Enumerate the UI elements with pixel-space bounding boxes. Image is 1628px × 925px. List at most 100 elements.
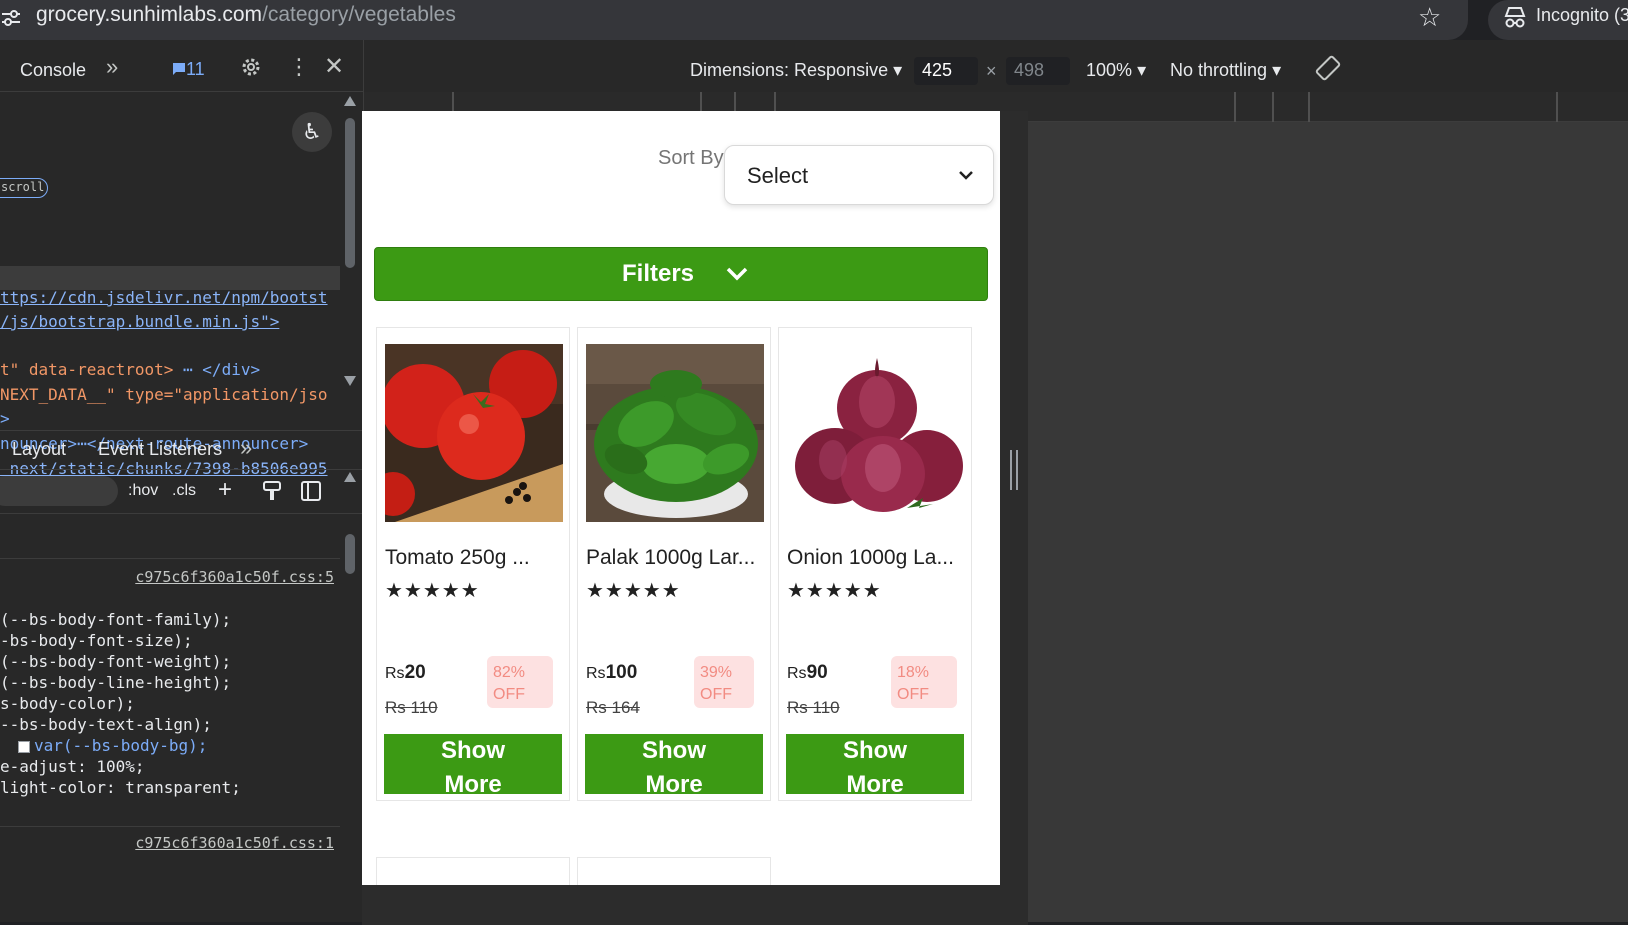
rotate-icon[interactable] [1314,54,1342,82]
dimensions-dropdown[interactable]: Dimensions: Responsive ▾ [690,60,902,81]
css-source-link[interactable]: c975c6f360a1c50f.css:1 [135,834,334,852]
css-declaration[interactable]: s-body-color); [0,694,135,713]
zoom-label: 100% [1086,60,1133,80]
tab-layout[interactable]: Layout [12,439,66,460]
tab-console[interactable]: Console [20,60,86,81]
styles-filter-input[interactable] [0,476,118,506]
discount-off: OFF [897,686,929,703]
styles-tabbar: Layout Event Listeners » [0,430,364,470]
elements-line[interactable]: > [0,409,10,428]
currency: Rs [586,665,606,682]
show-more-button[interactable]: Show More [585,734,763,798]
zoom-dropdown[interactable]: 100% ▾ [1086,60,1146,81]
script-src-link[interactable]: ttps://cdn.jsdelivr.net/npm/bootst [0,288,328,307]
css-source-link[interactable]: c975c6f360a1c50f.css:5 [135,568,334,586]
rating-stars-icon: ★★★★★ [586,580,681,602]
show-more-line2: More [444,771,502,798]
css-declaration[interactable]: light-color: transparent; [0,778,241,797]
product-price: Rs20 [385,662,426,684]
onion-image[interactable] [787,344,965,522]
price-value: 100 [605,662,638,683]
new-rule-icon[interactable]: + [218,476,232,504]
styles-scrollbar[interactable] [344,468,356,922]
address-bar[interactable]: grocery.sunhimlabs.com/category/vegetabl… [0,0,1468,40]
elements-line[interactable]: ttps://cdn.jsdelivr.net/npm/bootst [0,288,328,307]
message-count: 11 [186,59,205,79]
css-declaration-overridden[interactable]: --bs-body-text-align); [0,715,212,734]
filters-button[interactable]: Filters [374,247,988,301]
css-declaration[interactable]: (--bs-body-font-weight); [0,652,231,671]
show-more-line2: More [645,771,703,798]
device-resize-gutter [1000,111,1028,885]
url-host: grocery.sunhimlabs.com [36,3,263,26]
sort-select[interactable]: Select [724,145,994,205]
show-more-line2: More [846,771,904,798]
script-src-link[interactable]: /js/bootstrap.bundle.min.js"> [0,312,279,331]
collapsed-ellipsis-icon[interactable]: ⋯ [173,360,202,379]
url-text[interactable]: grocery.sunhimlabs.com/category/vegetabl… [36,3,456,27]
accessibility-icon[interactable]: ♿ [292,112,332,152]
css-declaration[interactable]: (--bs-body-line-height); [0,673,231,692]
selected-node-row [0,266,340,290]
show-more-button[interactable]: Show More [384,734,562,798]
product-card[interactable]: Onion 1000g La... ★★★★★ Rs90 Rs 110 18% O… [778,327,972,801]
paint-brush-icon[interactable] [262,480,282,502]
product-mrp: Rs 110 [787,698,840,717]
scrollbar-thumb[interactable] [345,118,355,268]
scroll-badge[interactable]: scroll [0,178,48,198]
product-card-partial[interactable] [577,857,771,885]
more-tabs-icon[interactable]: » [106,54,118,80]
scrollbar-thumb[interactable] [345,534,355,574]
elements-line[interactable]: t" data-reactroot> ⋯ </div> [0,360,260,379]
bookmark-star-icon[interactable]: ☆ [1418,2,1441,33]
resize-handle-vertical[interactable] [1010,450,1018,490]
rating-stars-icon: ★★★★★ [385,580,480,602]
product-name[interactable]: Palak 1000g Lar... [586,546,755,570]
dimensions-label: Dimensions: Responsive [690,60,889,80]
more-tabs-icon[interactable]: » [240,435,252,461]
site-settings-icon[interactable] [2,8,20,28]
elements-scrollbar[interactable] [344,96,356,442]
product-card[interactable]: Palak 1000g Lar... ★★★★★ Rs100 Rs 164 39… [577,327,771,801]
spinach-image[interactable] [586,344,764,522]
scroll-down-icon[interactable] [344,376,356,386]
show-more-line1: Show [843,737,907,764]
product-card[interactable]: Tomato 250g ... ★★★★★ Rs20 Rs 110 82% OFF… [376,327,570,801]
height-input[interactable]: 498 [1006,57,1070,85]
toggle-sidebar-icon[interactable] [300,480,322,502]
css-declaration[interactable]: (--bs-body-font-family); [0,610,231,629]
product-price: Rs90 [787,662,828,684]
width-input[interactable]: 425 [914,57,978,85]
throttling-dropdown[interactable]: No throttling ▾ [1170,60,1281,81]
elements-line[interactable]: /js/bootstrap.bundle.min.js"> [0,312,279,331]
product-name[interactable]: Tomato 250g ... [385,546,530,570]
hov-toggle[interactable]: :hov [128,482,158,500]
show-more-line1: Show [642,737,706,764]
messages-badge[interactable]: 11 [172,59,205,80]
incognito-indicator[interactable]: Incognito (3 [1488,0,1628,40]
incognito-label: Incognito (3 [1536,5,1628,25]
show-more-button[interactable]: Show More [786,734,964,798]
divider [0,826,340,827]
divider [0,558,340,559]
tomato-image[interactable] [385,344,563,522]
currency: Rs [385,665,405,682]
cls-toggle[interactable]: .cls [172,482,196,500]
styles-filter-row: :hov .cls + [0,470,364,514]
gear-icon[interactable] [240,56,262,78]
product-name[interactable]: Onion 1000g La... [787,546,954,570]
filters-label: Filters [622,260,695,287]
product-card-partial[interactable] [376,857,570,885]
kebab-menu-icon[interactable]: ⋮ [288,54,310,80]
scroll-up-icon[interactable] [344,472,356,482]
close-icon[interactable]: ✕ [324,52,344,81]
css-declaration[interactable]: e-adjust: 100%; [0,757,145,776]
color-swatch-icon[interactable] [18,740,30,753]
product-price: Rs100 [586,662,637,684]
url-path: /category/vegetables [262,3,456,26]
css-declaration[interactable]: var(--bs-body-bg); [0,736,207,755]
scroll-up-icon[interactable] [344,96,356,106]
css-declaration[interactable]: -bs-body-font-size); [0,631,193,650]
elements-line[interactable]: NEXT_DATA__" type="application/jso [0,385,328,404]
tab-event-listeners[interactable]: Event Listeners [98,439,222,460]
